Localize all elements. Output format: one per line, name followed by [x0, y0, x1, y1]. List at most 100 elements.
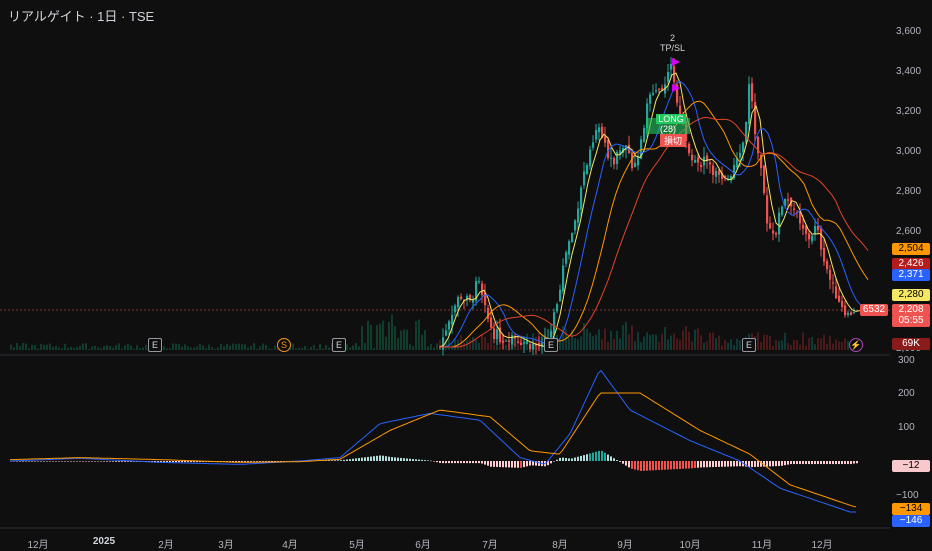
volume-bar: [10, 344, 12, 350]
volume-bar: [67, 347, 69, 350]
candle-body: [493, 328, 496, 339]
volume-bar: [838, 341, 840, 350]
volume-bar: [241, 344, 243, 350]
volume-bar: [568, 337, 570, 350]
volume-bar: [685, 325, 687, 350]
candle-body: [553, 312, 556, 334]
volume-bar: [100, 348, 102, 350]
volume-bar: [376, 324, 378, 350]
candle-body: [670, 64, 673, 70]
candle-body: [532, 343, 535, 350]
volume-bar: [106, 345, 108, 350]
candle-body: [811, 235, 814, 242]
volume-bar: [706, 341, 708, 350]
candle-body: [523, 342, 526, 344]
volume-bar: [712, 332, 714, 350]
volume-bar: [421, 334, 423, 350]
volume-bar: [781, 340, 783, 350]
macd-histogram-bar: [550, 461, 552, 464]
macd-histogram-bar: [118, 461, 120, 462]
macd-histogram-bar: [106, 461, 108, 462]
macd-histogram-bar: [34, 461, 36, 462]
macd-histogram-bar: [67, 461, 69, 462]
macd-histogram-bar: [43, 461, 45, 462]
volume-bar: [163, 346, 165, 350]
macd-histogram-bar: [598, 450, 600, 461]
earnings-event-icon[interactable]: E: [544, 338, 558, 352]
volume-bar: [175, 343, 177, 350]
volume-bar: [91, 346, 93, 350]
macd-histogram-bar: [370, 456, 372, 461]
volume-bar: [724, 339, 726, 350]
candle-body: [841, 301, 844, 308]
macd-histogram-bar: [49, 461, 51, 462]
macd-histogram-bar: [469, 461, 471, 464]
candle-body: [697, 157, 700, 163]
macd-histogram-bar: [637, 461, 639, 471]
volume-bar: [109, 345, 111, 350]
macd-histogram-bar: [730, 461, 732, 467]
macd-histogram-bar: [445, 461, 447, 464]
macd-histogram-bar: [475, 461, 477, 464]
macd-histogram-bar: [733, 461, 735, 467]
macd-histogram-bar: [712, 461, 714, 468]
macd-histogram-bar: [79, 461, 81, 462]
macd-histogram-bar: [766, 461, 768, 467]
price-tick: 3,600: [896, 26, 922, 37]
macd-histogram-bar: [697, 461, 699, 468]
volume-bar: [817, 338, 819, 350]
volume-bar: [694, 329, 696, 350]
flash-event-icon[interactable]: ⚡: [849, 338, 863, 352]
candle-body: [589, 149, 592, 167]
candle-body: [769, 223, 772, 229]
macd-histogram-bar: [448, 461, 450, 464]
candle-body: [505, 340, 508, 342]
macd-histogram-bar: [337, 460, 339, 461]
macd-histogram-bar: [595, 451, 597, 461]
split-event-icon[interactable]: S: [277, 338, 291, 352]
macd-histogram-bar: [46, 461, 48, 462]
volume-bar: [667, 339, 669, 350]
volume-bar: [715, 338, 717, 350]
volume-bar: [718, 335, 720, 350]
volume-bar: [37, 348, 39, 350]
volume-bar: [775, 339, 777, 350]
macd-histogram-bar: [100, 461, 102, 462]
earnings-event-icon[interactable]: E: [148, 338, 162, 352]
volume-bar: [19, 346, 21, 350]
earnings-event-icon[interactable]: E: [332, 338, 346, 352]
volume-bar: [610, 330, 612, 350]
volume-bar: [493, 344, 495, 350]
macd-histogram-bar: [685, 461, 687, 469]
volume-bar: [400, 330, 402, 350]
macd-histogram-bar: [778, 461, 780, 467]
volume-bar: [652, 334, 654, 350]
volume-bar: [46, 344, 48, 350]
volume-bar: [82, 343, 84, 350]
macd-histogram-bar: [385, 456, 387, 461]
candle-body: [709, 162, 712, 165]
macd-histogram-bar: [856, 461, 858, 464]
volume-bar: [112, 347, 114, 350]
macd-histogram-bar: [574, 457, 576, 461]
macd-histogram-bar: [493, 461, 495, 467]
volume-bar: [31, 344, 33, 350]
candle-body: [778, 212, 781, 235]
price-tick: 3,000: [896, 146, 922, 157]
volume-bar: [700, 335, 702, 350]
volume-bar: [61, 348, 63, 350]
macd-histogram-bar: [715, 461, 717, 467]
macd-histogram-bar: [709, 461, 711, 468]
candle-body: [748, 84, 751, 124]
earnings-event-icon[interactable]: E: [742, 338, 756, 352]
macd-histogram-bar: [673, 461, 675, 470]
volume-bar: [373, 347, 375, 350]
volume-bar: [604, 328, 606, 350]
macd-histogram-bar: [706, 461, 708, 468]
x-tick: 9月: [617, 540, 633, 551]
candle-body: [550, 331, 553, 338]
hist-badge: −12: [892, 460, 930, 472]
volume-bar: [40, 343, 42, 350]
volume-bar: [115, 345, 117, 350]
volume-bar: [235, 343, 237, 350]
